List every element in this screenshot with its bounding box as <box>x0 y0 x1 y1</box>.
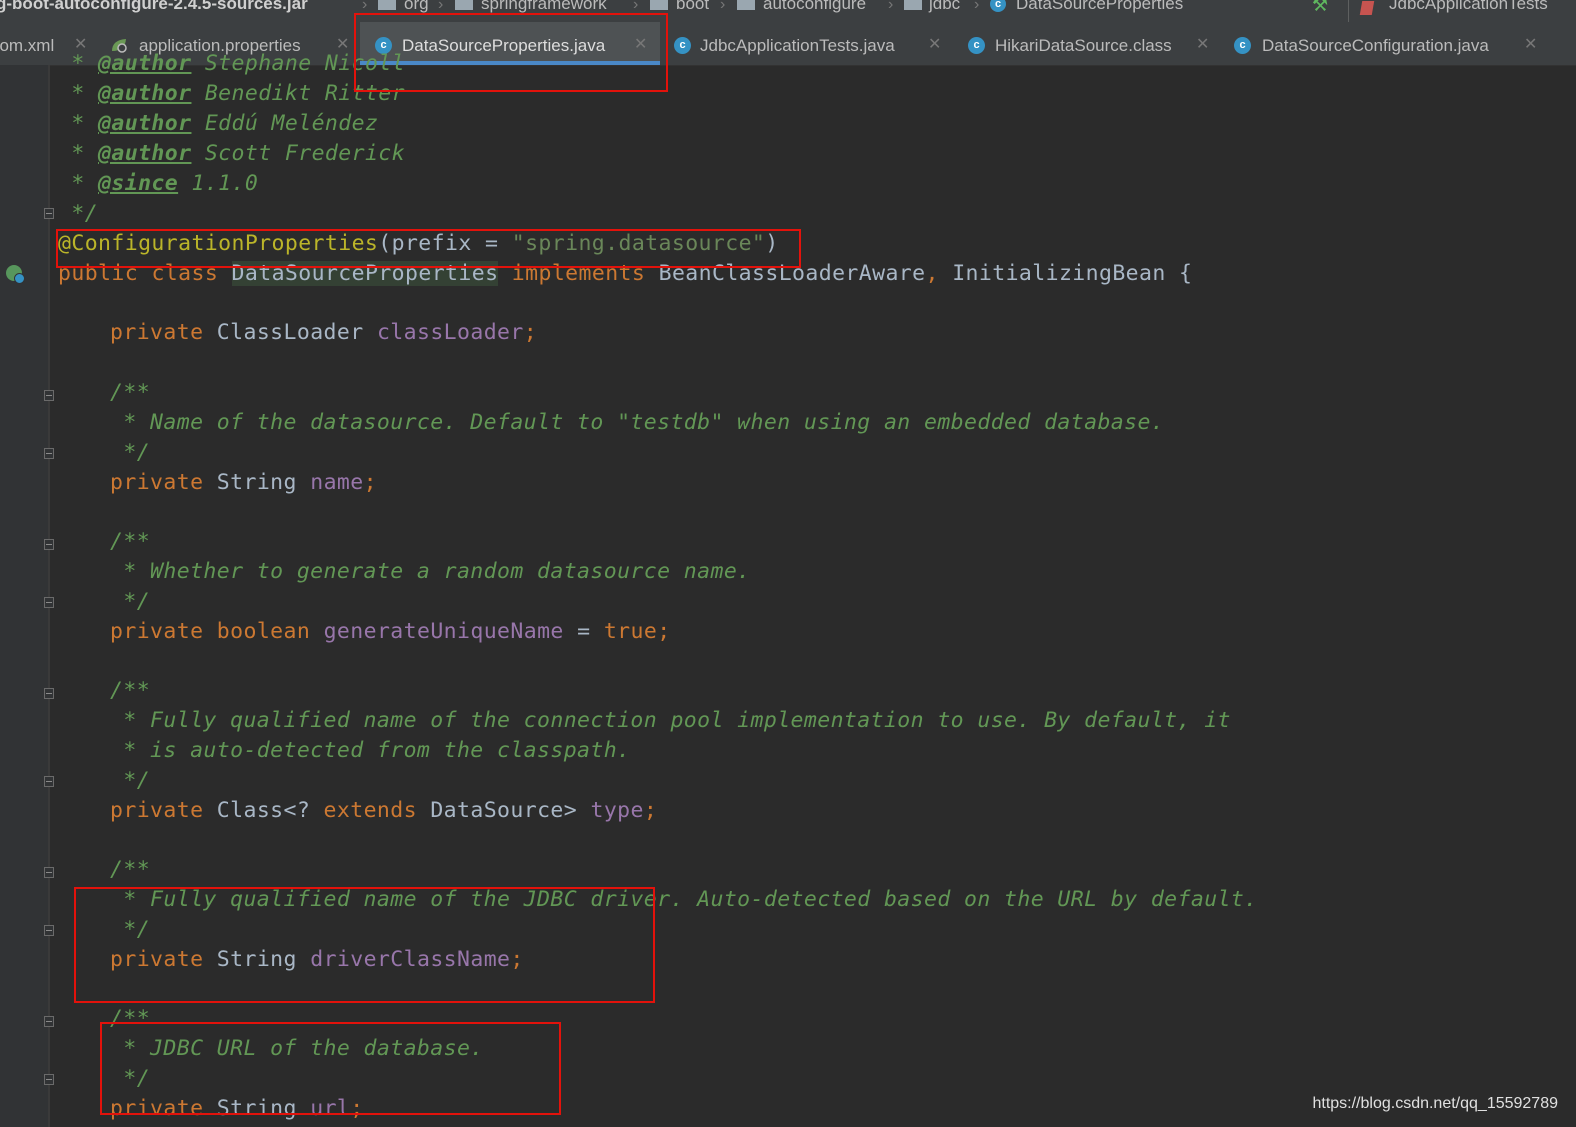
highlight-box-driver <box>74 887 655 1003</box>
code-line: * Fully qualified name of the connection… <box>110 708 1231 733</box>
code-line: * @author Benedikt Ritter <box>58 81 405 106</box>
code-line: * is auto-detected from the classpath. <box>110 738 631 763</box>
code-line: * @author Scott Frederick <box>58 141 405 166</box>
field-type-line: private Class<? extends DataSource> type… <box>110 798 658 823</box>
field-classloader-line: private ClassLoader classLoader; <box>110 320 538 345</box>
watermark: https://blog.csdn.net/qq_15592789 <box>1312 1095 1558 1112</box>
code-line: * @since 1.1.0 <box>58 171 259 196</box>
code-line: */ <box>110 589 151 614</box>
code-line: /** <box>110 380 151 405</box>
code-line: /** <box>110 678 151 703</box>
code-line: */ <box>110 440 151 465</box>
code-line: /** <box>110 857 151 882</box>
code-line: * Name of the datasource. Default to "te… <box>110 410 1165 435</box>
field-unique-line: private boolean generateUniqueName = tru… <box>110 619 671 644</box>
highlight-box-url <box>100 1022 561 1115</box>
code-line: * Whether to generate a random datasourc… <box>110 559 751 584</box>
code-line: /** <box>110 529 151 554</box>
code-line: * @author Stephane Nicoll <box>58 51 405 76</box>
code-line: */ <box>110 768 151 793</box>
code-line: * @author Eddú Meléndez <box>58 111 379 136</box>
highlight-box-active-tab <box>354 13 668 92</box>
highlight-box-annotation <box>56 229 801 268</box>
field-name-line: private String name; <box>110 470 377 495</box>
code-line: */ <box>58 201 99 226</box>
